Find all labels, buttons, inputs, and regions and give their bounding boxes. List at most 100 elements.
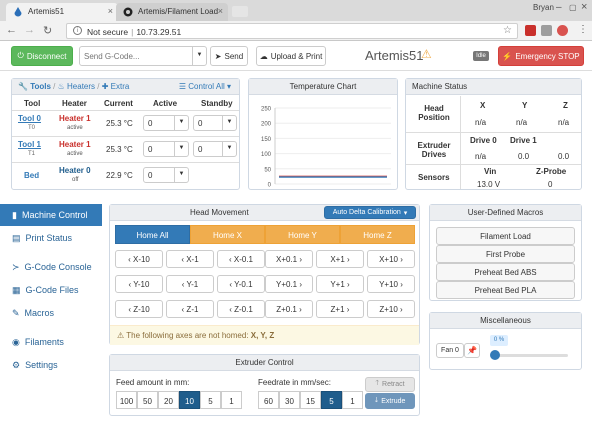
jog-button[interactable]: ‹ Z-0.1 [217,300,265,318]
back-icon[interactable]: ← [6,24,17,36]
extrude-button[interactable]: 🡓 Extrude [365,393,415,409]
chevron-down-icon[interactable]: ▼ [192,47,206,65]
jog-button[interactable]: ‹ X-1 [166,250,214,268]
jog-button[interactable]: Z+1 › [316,300,364,318]
macro-button[interactable]: Preheat Bed ABS [436,263,575,281]
new-tab-button[interactable] [232,6,248,17]
active-temp-select[interactable]: 0 ▼ [143,141,189,157]
feedrate-button[interactable]: 5 [321,391,342,409]
jog-button[interactable]: ‹ Y-1 [166,275,214,293]
feedrate-button[interactable]: 1 [342,391,363,409]
feed-amount-button[interactable]: 20 [158,391,179,409]
emergency-stop-button[interactable]: ⚡ Emergency STOP [498,46,584,66]
disconnect-button[interactable]: ⏻ Disconnect [11,46,73,66]
sidebar-item-machine-control[interactable]: ▮ Machine Control [0,204,102,226]
sidebar-item-settings[interactable]: ⚙ Settings [0,354,102,376]
tool-link[interactable]: Tool 0 [18,114,41,123]
jog-button[interactable]: X+0.1 › [265,250,313,268]
position-y: n/a [516,118,528,127]
fan-select-button[interactable]: Fan 0 [436,343,464,358]
star-icon[interactable]: ☆ [503,25,512,36]
pin-icon[interactable]: 📌 [464,343,480,358]
browser-tab-active[interactable]: Artemis51 × [6,3,118,21]
tab-heaters[interactable]: ♨ Heaters [58,82,95,91]
fan-slider-handle[interactable] [490,350,500,360]
tool-link[interactable]: Tool 1 [18,140,41,149]
close-icon[interactable]: × [108,6,113,16]
wrench-icon: ✎ [12,307,20,318]
maximize-icon[interactable]: ▢ [569,3,577,12]
home-x-button[interactable]: Home X [190,225,265,244]
feedrate-button[interactable]: 30 [279,391,300,409]
gcode-input[interactable] [80,47,192,65]
auto-delta-calibration-button[interactable]: Auto Delta Calibration ▾ [324,206,416,219]
adblock-icon[interactable] [557,25,568,36]
macro-button[interactable]: First Probe [436,245,575,263]
sidebar-item-gcode-files[interactable]: ▦ G-Code Files [0,279,102,301]
retract-button[interactable]: 🡑 Retract [365,377,415,392]
gcode-input-group: ▼ [79,46,207,66]
macros-panel: User-Defined Macros Filament Load First … [429,204,582,301]
jog-button[interactable]: ‹ Y-0.1 [217,275,265,293]
chevron-down-icon: ▾ [403,209,408,217]
tab-extra[interactable]: ✚ Extra [102,82,130,91]
active-temp-select[interactable]: 0 ▼ [143,167,189,183]
console-icon: ≻ [12,261,20,272]
info-icon[interactable]: i [73,26,82,35]
browser-tab[interactable]: Artemis/Filament Load × [116,3,228,21]
sidebar-item-print-status[interactable]: ▤ Print Status [0,227,102,249]
jog-button[interactable]: ‹ Z-10 [115,300,163,318]
reload-icon[interactable]: ↻ [43,24,52,37]
sidebar-item-gcode-console[interactable]: ≻ G-Code Console [0,256,102,278]
jog-button[interactable]: X+1 › [316,250,364,268]
send-button[interactable]: ➤ Send [210,46,248,66]
feed-amount-button[interactable]: 10 [179,391,200,409]
jog-button[interactable]: ‹ Z-1 [166,300,214,318]
home-all-button[interactable]: Home All [115,225,190,244]
extension-icon[interactable] [525,25,536,36]
extension-icon[interactable] [541,25,552,36]
macro-button[interactable]: Filament Load [436,227,575,245]
feed-amount-button[interactable]: 100 [116,391,137,409]
jog-button[interactable]: Y+1 › [316,275,364,293]
send-label: Send [224,51,244,61]
standby-temp-select[interactable]: 0 ▼ [193,141,237,157]
jog-button[interactable]: X+10 › [367,250,415,268]
feed-amount-button[interactable]: 1 [221,391,242,409]
active-temp-value: 0 [148,145,153,154]
drive-value: n/a [475,152,487,161]
table-row: Tool 0 T0 Heater 1 active 25.3 °C 0 ▼ 0 ▼ [12,111,239,137]
macro-button[interactable]: Preheat Bed PLA [436,281,575,299]
home-z-button[interactable]: Home Z [340,225,415,244]
jog-button[interactable]: ‹ X-10 [115,250,163,268]
feed-amount-button[interactable]: 50 [137,391,158,409]
tab-tools[interactable]: 🔧 Tools [18,82,51,91]
url-field[interactable]: i Not secure | 10.73.29.51 ☆ [66,23,518,39]
feedrate-button[interactable]: 60 [258,391,279,409]
jog-button[interactable]: Z+0.1 › [265,300,313,318]
bed-link[interactable]: Bed [24,171,39,180]
feedrate-button[interactable]: 15 [300,391,321,409]
home-y-button[interactable]: Home Y [265,225,340,244]
standby-temp-select[interactable]: 0 ▼ [193,115,237,131]
minimize-icon[interactable]: – [556,2,562,13]
upload-print-button[interactable]: ☁ Upload & Print [256,46,326,66]
sidebar-item-macros[interactable]: ✎ Macros [0,302,102,324]
window-close-icon[interactable]: × [581,1,587,13]
fan-slider-track[interactable] [492,354,568,357]
menu-icon[interactable]: ⋮ [578,24,588,35]
jog-button[interactable]: Z+10 › [367,300,415,318]
jog-button[interactable]: ‹ X-0.1 [217,250,265,268]
forward-icon[interactable]: → [24,24,35,36]
sidebar-item-label: G-Code Files [25,285,79,295]
jog-button[interactable]: Y+0.1 › [265,275,313,293]
close-icon[interactable]: × [218,6,223,16]
jog-button[interactable]: Y+10 › [367,275,415,293]
profile-name[interactable]: Bryan [533,3,554,12]
feed-amount-button[interactable]: 5 [200,391,221,409]
active-temp-select[interactable]: 0 ▼ [143,115,189,131]
control-all-dropdown[interactable]: ☰ Control All ▾ [179,82,231,91]
sidebar-item-filaments[interactable]: ◉ Filaments [0,331,102,353]
jog-button[interactable]: ‹ Y-10 [115,275,163,293]
extruder-drives-label: Extruder Drives [417,141,451,159]
